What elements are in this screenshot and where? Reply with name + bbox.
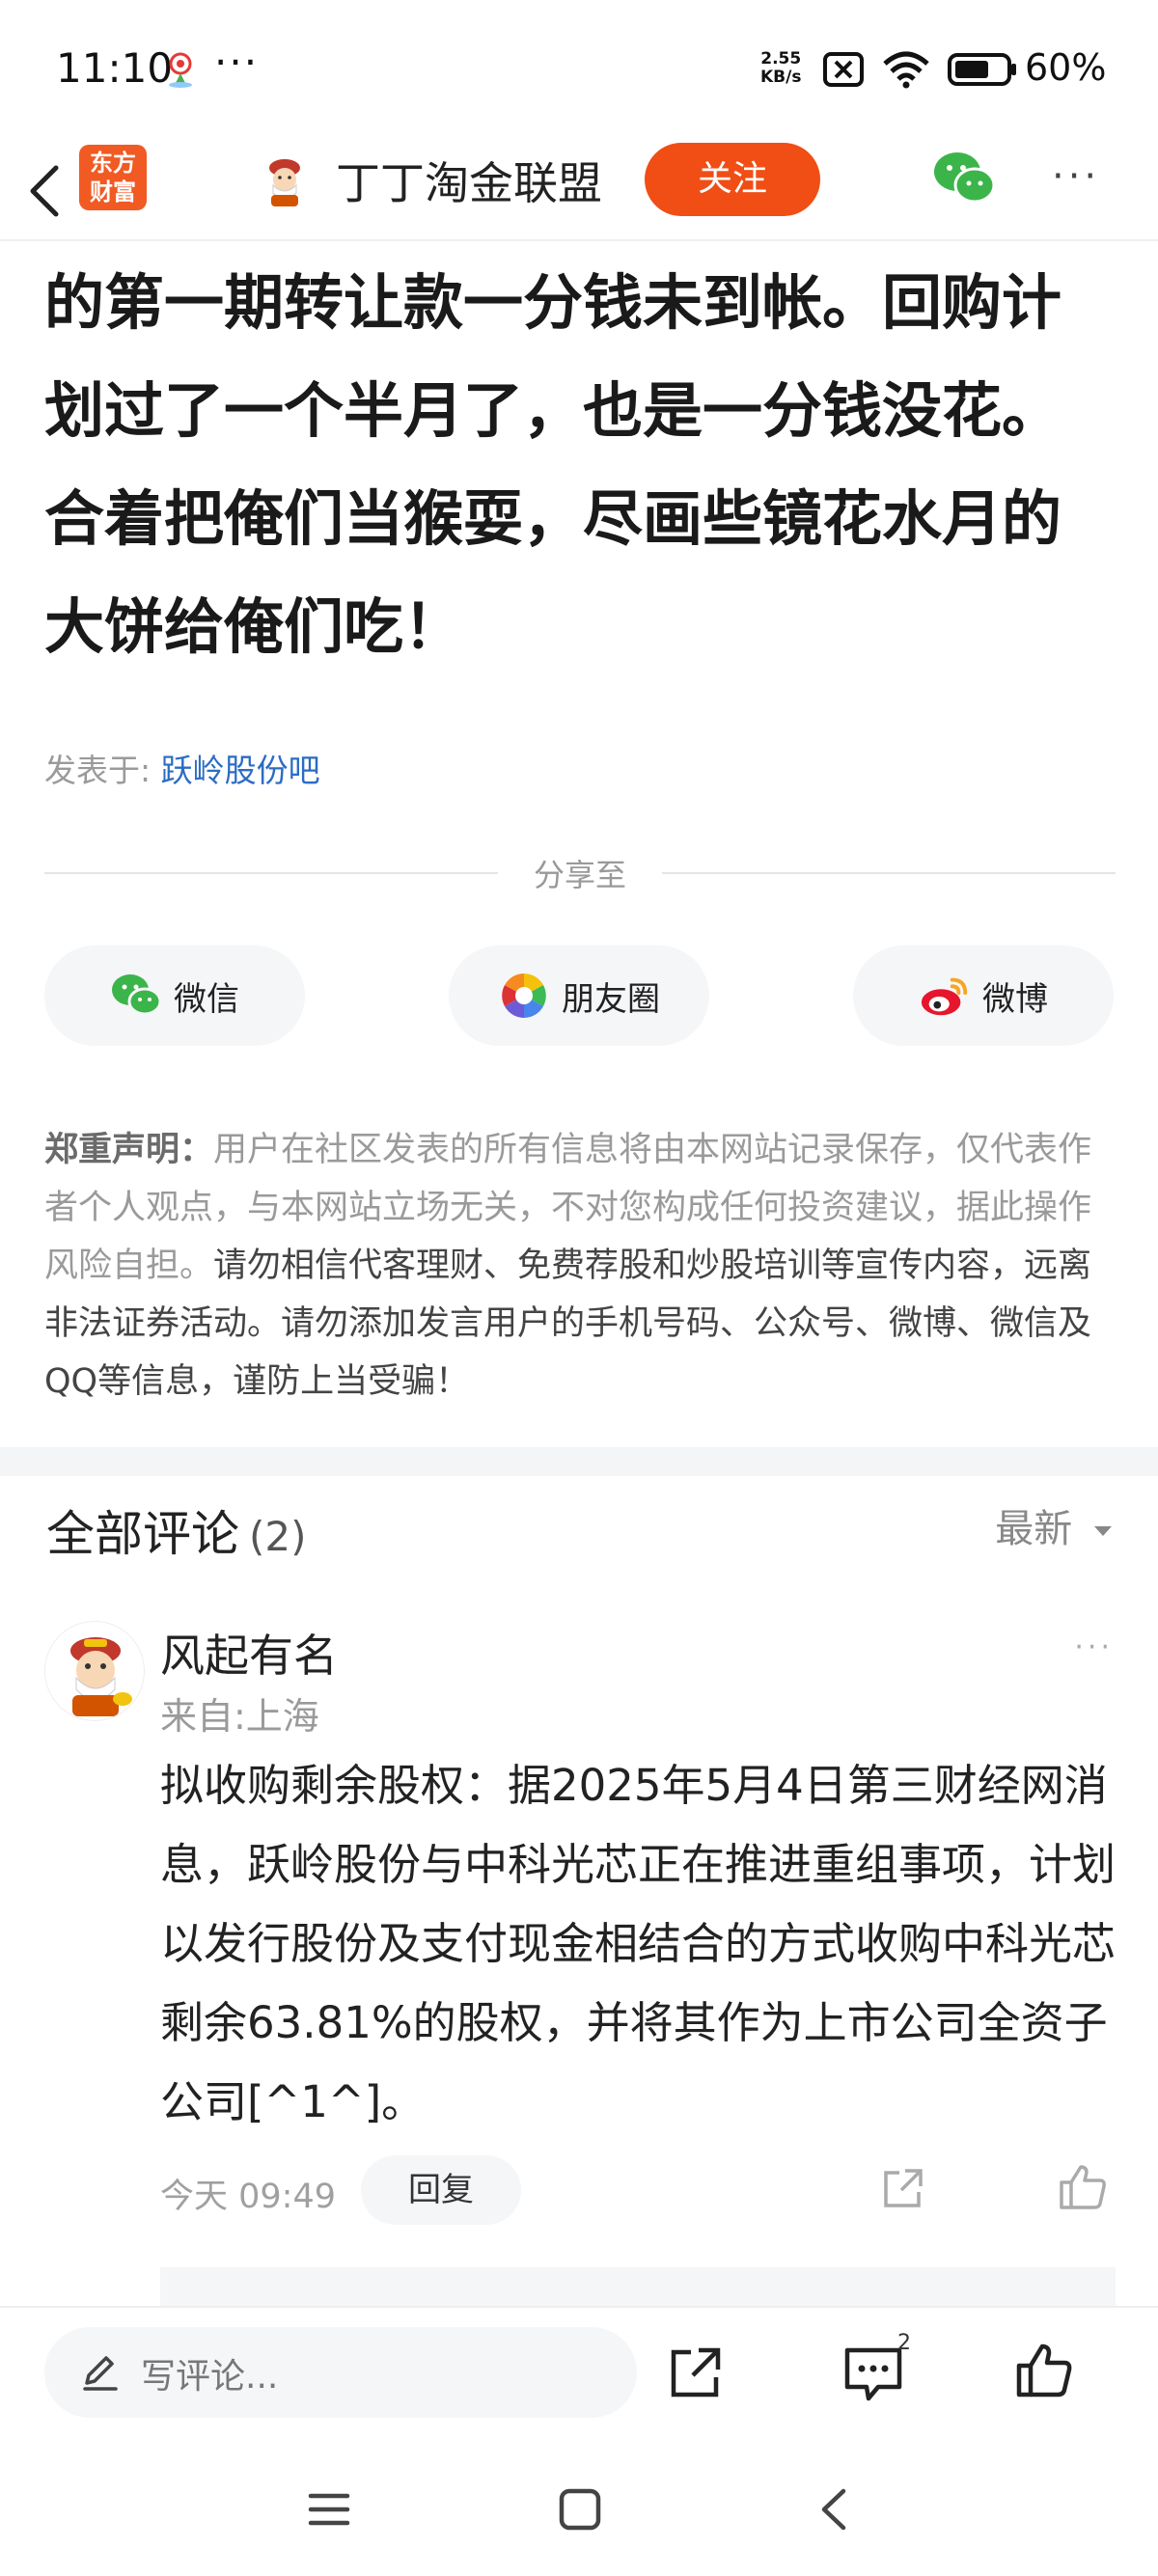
logo-line-2: 财富 bbox=[90, 178, 136, 206]
pencil-icon bbox=[83, 2356, 118, 2391]
disclaimer-label: 郑重声明： bbox=[44, 1131, 214, 1169]
posted-in: 发表于: 跃岭股份吧 bbox=[44, 745, 320, 791]
weibo-icon bbox=[921, 977, 968, 1016]
commenter-location: 来自:上海 bbox=[160, 1695, 319, 1738]
like-icon[interactable] bbox=[1015, 2341, 1073, 2398]
status-more-icon: ··· bbox=[214, 39, 260, 86]
share-divider: 分享至 bbox=[44, 851, 1116, 893]
write-comment-input[interactable]: 写评论... bbox=[44, 2327, 637, 2418]
logo-line-1: 东方 bbox=[90, 150, 136, 177]
caret-down-icon bbox=[1094, 1526, 1112, 1536]
more-options-icon[interactable]: ··· bbox=[1052, 154, 1100, 199]
moments-icon bbox=[502, 973, 546, 1018]
comment-share-icon[interactable] bbox=[880, 2165, 926, 2211]
system-back-icon[interactable] bbox=[813, 2487, 857, 2532]
share-weibo-button[interactable]: 微博 bbox=[853, 945, 1114, 1046]
article-body: 的第一期转让款一分钱未到帐。回购计划过了一个半月了，也是一分钱没花。合着把俺们当… bbox=[44, 267, 1062, 662]
disclaimer: 郑重声明：用户在社区发表的所有信息将由本网站记录保存，仅代表作者个人观点，与本网… bbox=[44, 1121, 1117, 1411]
comment-more-icon[interactable]: ··· bbox=[1074, 1631, 1114, 1664]
battery-icon bbox=[948, 53, 1016, 86]
sort-dropdown[interactable]: 最新 bbox=[995, 1497, 1114, 1553]
comment-text: 拟收购剩余股权：据2025年5月4日第三财经网消息，跃岭股份与中科光芯正在推进重… bbox=[160, 1760, 1117, 2127]
share-wechat-button[interactable]: 微信 bbox=[44, 945, 305, 1046]
comments-header: 全部评论 (2) bbox=[46, 1495, 307, 1565]
author-avatar[interactable] bbox=[256, 152, 314, 210]
share-wechat-label: 微信 bbox=[174, 979, 239, 1019]
system-nav-bar bbox=[0, 2441, 1158, 2576]
sort-label: 最新 bbox=[995, 1507, 1073, 1551]
share-weibo-label: 微博 bbox=[982, 979, 1048, 1019]
battery-percent: 60% bbox=[1025, 46, 1107, 89]
wifi-icon bbox=[883, 51, 929, 89]
comments-title: 全部评论 bbox=[46, 1506, 239, 1562]
bottom-action-bar: 写评论... 2 bbox=[0, 2306, 1158, 2441]
wechat-icon bbox=[112, 974, 162, 1016]
comment-count-badge: 2 bbox=[897, 2331, 911, 2355]
wechat-share-icon[interactable] bbox=[930, 149, 998, 208]
reply-button[interactable]: 回复 bbox=[361, 2155, 521, 2225]
net-speed: 2.55 KB/s bbox=[760, 50, 801, 87]
share-icon[interactable] bbox=[668, 2344, 724, 2400]
back-arrow-icon[interactable] bbox=[21, 162, 69, 220]
status-bar: 11:10 ··· 2.55 KB/s 60% bbox=[0, 0, 1158, 135]
menu-icon[interactable] bbox=[307, 2487, 351, 2532]
net-speed-unit: KB/s bbox=[760, 68, 802, 87]
commenter-avatar[interactable] bbox=[44, 1621, 145, 1721]
top-nav-bar: 东方 财富 丁丁淘金联盟 关注 ··· bbox=[0, 135, 1158, 241]
write-comment-placeholder: 写评论... bbox=[141, 2357, 279, 2397]
author-name[interactable]: 丁丁淘金联盟 bbox=[336, 149, 602, 212]
net-speed-value: 2.55 bbox=[760, 49, 802, 69]
comments-count: (2) bbox=[249, 1513, 307, 1560]
forum-link[interactable]: 跃岭股份吧 bbox=[161, 752, 320, 789]
location-pin-icon bbox=[169, 52, 192, 88]
commenter-name[interactable]: 风起有名 bbox=[160, 1621, 338, 1685]
comment-time: 今天 09:49 bbox=[160, 2178, 336, 2216]
posted-in-label: 发表于: bbox=[44, 752, 152, 789]
no-sim-icon bbox=[823, 52, 864, 87]
section-divider bbox=[0, 1447, 1158, 1476]
status-time: 11:10 bbox=[56, 44, 174, 92]
caishen-avatar-icon bbox=[70, 1637, 132, 1716]
comment-like-icon[interactable] bbox=[1058, 2161, 1108, 2211]
share-moments-button[interactable]: 朋友圈 bbox=[449, 945, 709, 1046]
follow-button[interactable]: 关注 bbox=[645, 143, 820, 216]
home-icon[interactable] bbox=[558, 2487, 602, 2532]
comment-icon[interactable] bbox=[843, 2344, 903, 2402]
nested-reply-preview bbox=[160, 2267, 1116, 2306]
eastmoney-logo[interactable]: 东方 财富 bbox=[79, 145, 147, 210]
share-moments-label: 朋友圈 bbox=[562, 979, 660, 1019]
